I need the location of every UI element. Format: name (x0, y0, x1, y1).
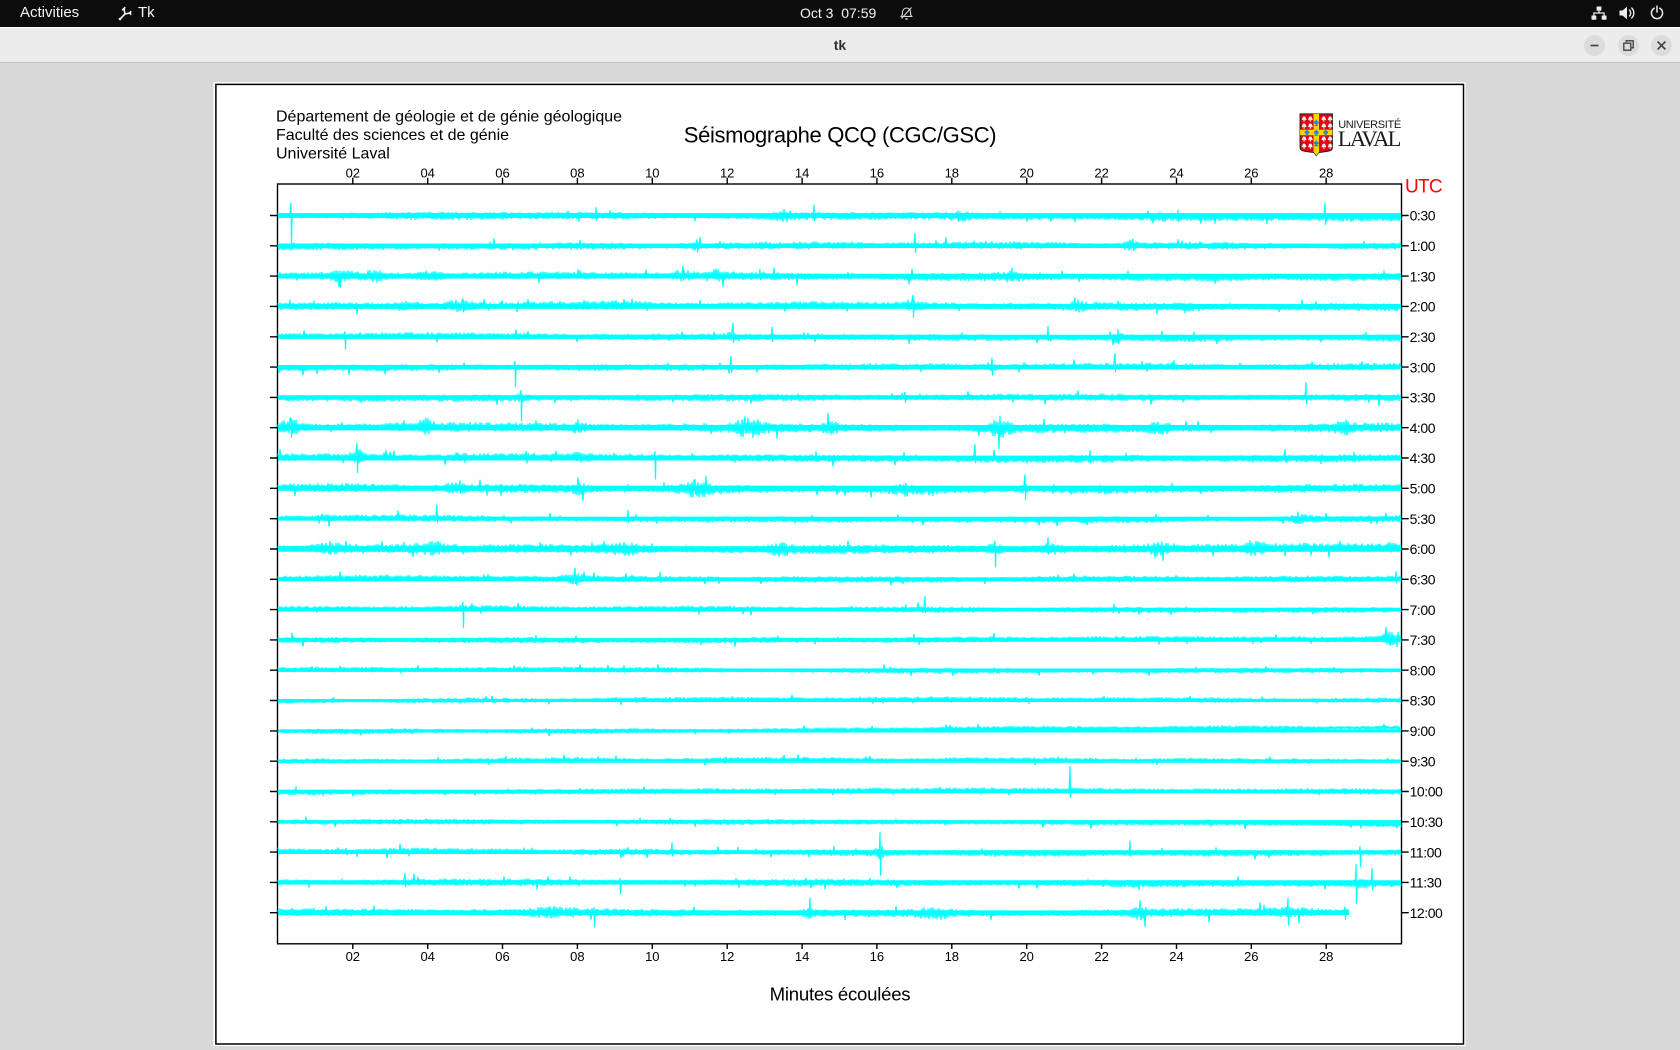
svg-text:Séismographe QCQ (CGC/GSC): Séismographe QCQ (CGC/GSC) (684, 122, 996, 147)
svg-text:22: 22 (1094, 949, 1108, 964)
svg-text:24: 24 (1169, 166, 1183, 181)
svg-text:0:30: 0:30 (1410, 208, 1436, 224)
svg-text:04: 04 (420, 949, 434, 964)
svg-text:6:00: 6:00 (1410, 541, 1436, 557)
svg-text:08: 08 (570, 166, 584, 181)
svg-text:5:30: 5:30 (1410, 511, 1436, 527)
svg-text:Université Laval: Université Laval (276, 146, 390, 163)
svg-text:11:00: 11:00 (1410, 844, 1442, 860)
svg-text:28: 28 (1319, 949, 1333, 964)
svg-text:22: 22 (1094, 166, 1108, 181)
svg-text:10: 10 (645, 949, 659, 964)
svg-text:3:30: 3:30 (1410, 390, 1436, 406)
svg-text:2:00: 2:00 (1410, 299, 1436, 315)
svg-text:06: 06 (495, 949, 509, 964)
svg-text:20: 20 (1019, 949, 1033, 964)
svg-text:LAVAL: LAVAL (1338, 126, 1401, 151)
svg-text:14: 14 (795, 166, 809, 181)
svg-text:24: 24 (1169, 949, 1183, 964)
svg-text:14: 14 (795, 949, 809, 964)
svg-text:6:30: 6:30 (1410, 572, 1436, 588)
svg-text:2:30: 2:30 (1410, 329, 1436, 345)
svg-text:11:30: 11:30 (1410, 875, 1442, 891)
svg-text:26: 26 (1244, 166, 1258, 181)
svg-text:26: 26 (1244, 949, 1258, 964)
svg-text:8:30: 8:30 (1410, 693, 1436, 709)
svg-text:02: 02 (346, 949, 360, 964)
svg-text:5:00: 5:00 (1410, 481, 1436, 497)
svg-text:4:30: 4:30 (1410, 450, 1436, 466)
svg-text:08: 08 (570, 949, 584, 964)
svg-text:16: 16 (870, 166, 884, 181)
svg-text:1:30: 1:30 (1410, 268, 1436, 284)
svg-text:Faculté des sciences et de gén: Faculté des sciences et de génie (276, 127, 509, 144)
svg-text:7:30: 7:30 (1410, 632, 1436, 648)
svg-text:06: 06 (495, 166, 509, 181)
svg-text:28: 28 (1319, 166, 1333, 181)
svg-text:Minutes écoulées: Minutes écoulées (770, 984, 911, 1005)
svg-text:9:30: 9:30 (1410, 753, 1436, 769)
svg-text:1:00: 1:00 (1410, 238, 1436, 254)
svg-text:9:00: 9:00 (1410, 723, 1436, 739)
svg-text:10: 10 (645, 166, 659, 181)
svg-text:7:00: 7:00 (1410, 602, 1436, 618)
svg-text:12: 12 (720, 166, 734, 181)
svg-text:02: 02 (346, 166, 360, 181)
svg-text:8:00: 8:00 (1410, 662, 1436, 678)
svg-text:UTC: UTC (1405, 176, 1442, 197)
svg-text:04: 04 (420, 166, 434, 181)
svg-text:12: 12 (720, 949, 734, 964)
svg-text:4:00: 4:00 (1410, 420, 1436, 436)
svg-text:10:00: 10:00 (1410, 784, 1443, 800)
svg-text:10:30: 10:30 (1410, 814, 1443, 830)
svg-text:18: 18 (945, 166, 959, 181)
svg-text:Département de géologie et de: Département de géologie et de génie géol… (276, 108, 622, 125)
svg-text:18: 18 (945, 949, 959, 964)
svg-text:3:00: 3:00 (1410, 359, 1436, 375)
svg-text:16: 16 (870, 949, 884, 964)
svg-text:12:00: 12:00 (1410, 905, 1443, 921)
svg-text:20: 20 (1019, 166, 1033, 181)
